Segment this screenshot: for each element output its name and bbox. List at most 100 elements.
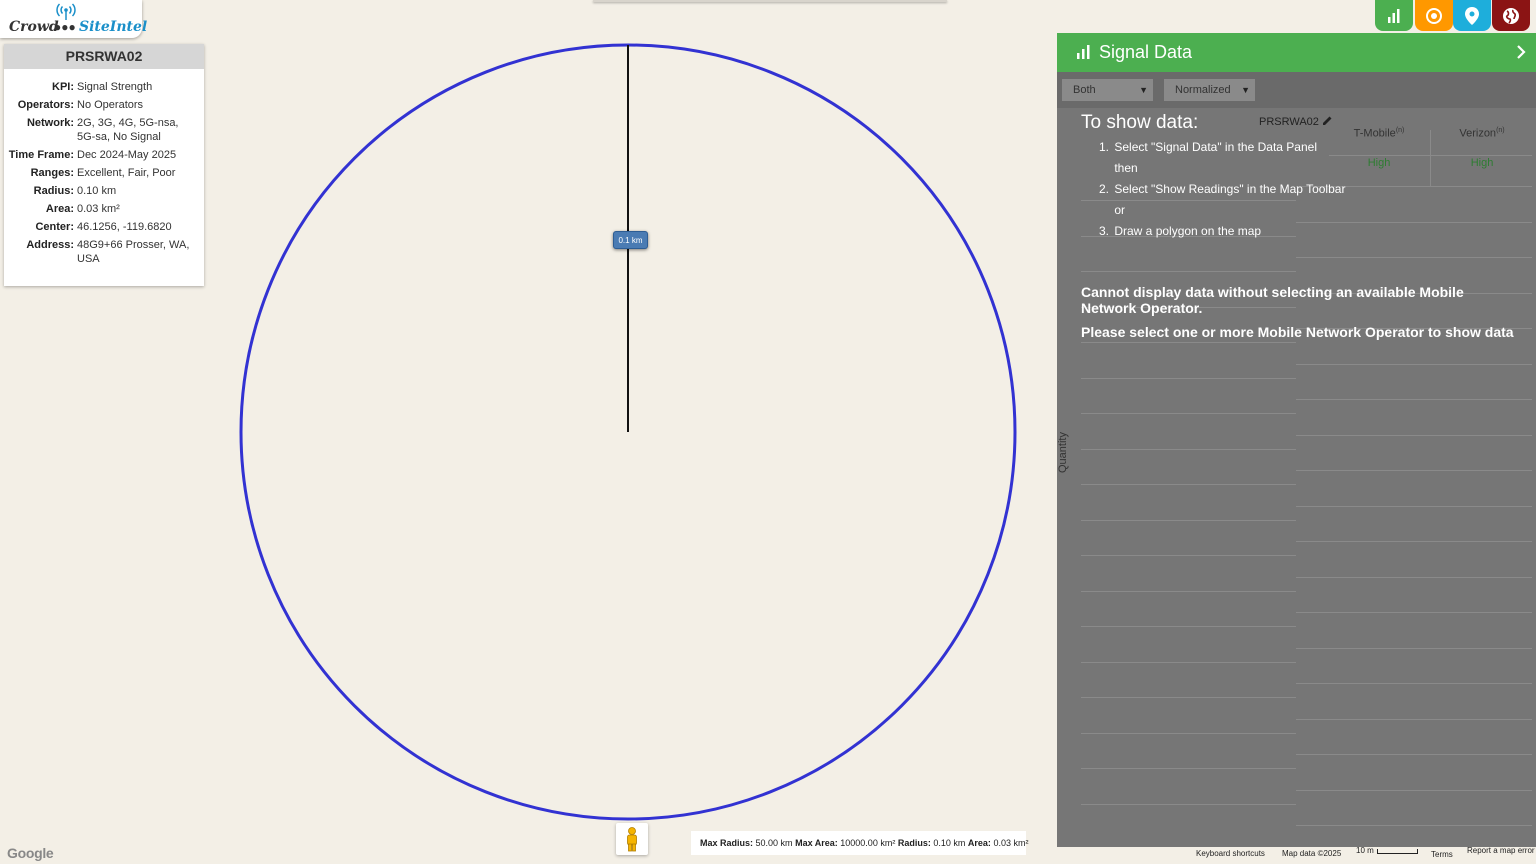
max-radius-label: Max Radius: (700, 838, 754, 848)
info-row-kpi: KPI: Signal Strength (4, 78, 204, 96)
tower-icon (56, 3, 76, 20)
grid-line (1081, 378, 1296, 379)
grid-line (1081, 626, 1296, 627)
top-search-bar[interactable] (593, 0, 947, 2)
chevron-right-icon[interactable] (1514, 43, 1528, 61)
step-item: 2. Select "Show Readings" in the Map Too… (1099, 179, 1346, 200)
info-value: No Operators (77, 99, 144, 111)
site-info-table: KPI: Signal Strength Operators: No Operato… (4, 78, 204, 268)
grid-line (1081, 342, 1296, 343)
grid-line (1296, 506, 1532, 507)
operator-column-tmobile: T-Mobile(n) (1329, 127, 1429, 140)
bar-chart-icon (1077, 45, 1090, 59)
max-area-label: Max Area: (795, 838, 838, 848)
google-logo[interactable]: Google (7, 845, 54, 861)
info-key: Radius: (33, 185, 74, 197)
info-key: Time Frame: (8, 149, 74, 161)
step-number: 1. (1099, 140, 1110, 154)
info-row-network: Network: 2G, 3G, 4G, 5G-nsa, 5G-sa, No Si… (4, 114, 204, 146)
area-stat-value: 0.03 km² (993, 838, 1029, 848)
people-icon: ●●● (54, 20, 76, 34)
grid-line (1296, 541, 1532, 542)
grid-line (1296, 683, 1532, 684)
step-item: or (1113, 200, 1345, 221)
keyboard-shortcuts-link[interactable]: Keyboard shortcuts (1196, 849, 1265, 858)
grid-line (1296, 364, 1532, 365)
terms-link[interactable]: Terms (1431, 850, 1453, 859)
mode-select-value: Normalized (1175, 84, 1231, 96)
grid-line (1296, 435, 1532, 436)
info-value: 0.10 km (77, 185, 117, 197)
step-text: Select "Show Readings" in the Map Toolba… (1114, 182, 1346, 196)
info-row-area: Area: 0.03 km² (4, 200, 204, 218)
band-select[interactable]: Both ▼ (1062, 79, 1153, 101)
operator-name: T-Mobile (1353, 127, 1396, 140)
info-row-center: Center: 46.1256, -119.6820 (4, 218, 204, 236)
street-view-pegman-button[interactable] (616, 823, 648, 855)
info-key: Network: (26, 117, 74, 129)
operator-value-verizon: High (1470, 157, 1494, 169)
toolbar-place-marker-button[interactable] (1453, 0, 1491, 31)
grid-line (1296, 257, 1532, 258)
operator-sup: (n) (1496, 127, 1505, 134)
grid-line (1081, 271, 1296, 272)
grid-line (1081, 484, 1296, 485)
grid-line (1081, 520, 1296, 521)
info-key: KPI: (52, 81, 74, 93)
map-scale-label[interactable]: 10 m (1356, 846, 1374, 855)
map-data-attribution: Map data ©2025 (1282, 849, 1342, 858)
grid-line (1081, 413, 1296, 414)
crowdsiteintel-logo[interactable]: Crowd ●●● SiteIntel (0, 0, 147, 38)
grid-line (1081, 768, 1296, 769)
panel-site-id[interactable]: PRSRWA02 (1259, 115, 1333, 128)
info-value: Excellent, Fair, Poor (77, 167, 176, 179)
info-value: 46.1256, -119.6820 (77, 221, 172, 233)
grid-line (1296, 754, 1532, 755)
step-text: then (1114, 161, 1138, 175)
operator-column-verizon: Verizon(n) (1432, 127, 1532, 140)
grid-line (1296, 790, 1532, 791)
step-text: Select "Signal Data" in the Data Panel (1114, 140, 1317, 154)
max-area-value: 10000.00 km² (840, 838, 896, 848)
operator-sup: (n) (1395, 127, 1405, 134)
logo-word-crowd: Crowd (9, 19, 59, 35)
info-key: Center: (35, 221, 74, 233)
report-map-error-link[interactable]: Report a map error (1467, 846, 1535, 855)
panel-body: To show data: PRSRWA02 1. Select "Signal… (1057, 108, 1536, 847)
toolbar-show-readings-button[interactable] (1415, 0, 1453, 31)
info-key: Operators: (17, 99, 74, 111)
info-row-radius: Radius: 0.10 km (4, 182, 204, 200)
edit-pencil-icon[interactable] (1322, 115, 1333, 126)
radius-stat-label: Radius: (897, 838, 931, 848)
info-value: 48G9+66 Prosser, WA, USA (77, 239, 190, 265)
toolbar-signal-data-button[interactable] (1375, 0, 1413, 31)
info-row-time-frame: Time Frame: Dec 2024-May 2025 (4, 146, 204, 164)
instruction-steps: 1. Select "Signal Data" in the Data Pane… (1099, 137, 1346, 242)
logo-word-siteintel: SiteIntel (79, 19, 148, 35)
step-number: 3. (1099, 224, 1110, 238)
map-scale-bar[interactable] (1377, 849, 1418, 854)
grid-line (1296, 719, 1532, 720)
info-value: 0.03 km² (77, 203, 120, 215)
info-value: 2G, 3G, 4G, 5G-nsa, 5G-sa, No Signal (77, 117, 179, 143)
max-radius-value: 50.00 km (755, 838, 793, 848)
info-value: Signal Strength (77, 81, 153, 93)
quantity-axis-label: Quantity (1057, 432, 1069, 473)
toolbar-globe-button[interactable] (1492, 0, 1530, 31)
no-operator-message: Cannot display data without selecting an… (1081, 284, 1464, 316)
pegman-icon (627, 827, 637, 852)
step-text: or (1114, 203, 1126, 217)
grid-line (1296, 612, 1532, 613)
info-key: Ranges: (30, 167, 74, 179)
site-id-heading: PRSRWA02 (4, 44, 204, 69)
info-key: Address: (26, 239, 74, 251)
step-item: 1. Select "Signal Data" in the Data Pane… (1099, 137, 1345, 158)
operator-name: Verizon (1459, 127, 1497, 140)
map-pin-icon (1465, 6, 1479, 25)
mode-select[interactable]: Normalized ▼ (1164, 79, 1255, 101)
grid-line (1081, 449, 1296, 450)
grid-line (1081, 555, 1296, 556)
grid-line (1081, 697, 1296, 698)
grid-line (1296, 648, 1532, 649)
grid-line (1081, 804, 1296, 805)
